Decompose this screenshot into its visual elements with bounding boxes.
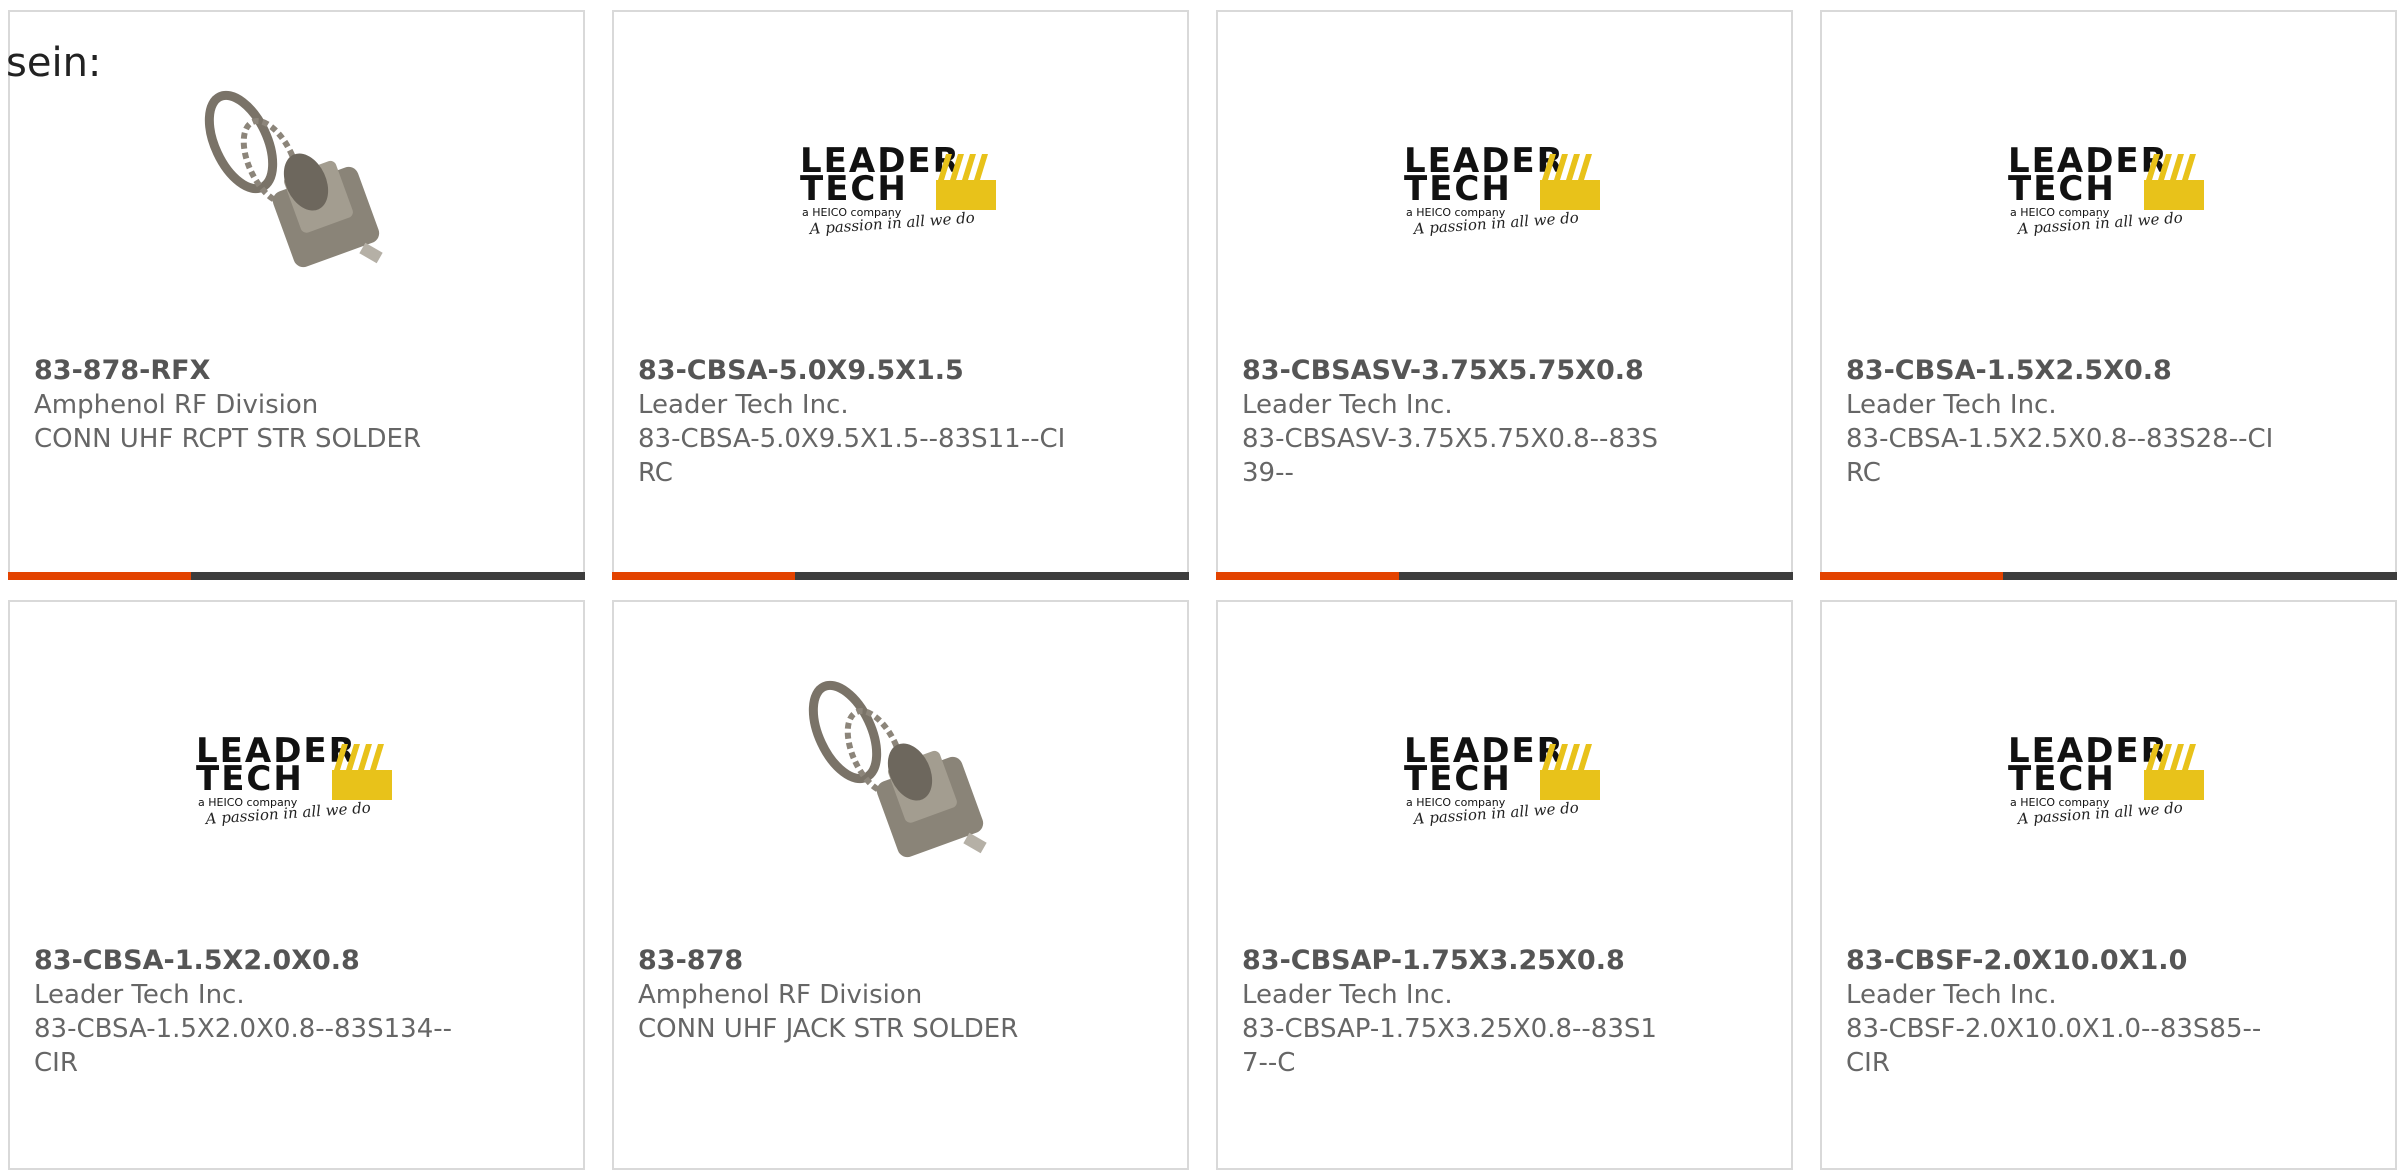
leader-tech-logo-icon: LEADER TECH a HEICO company A passion in…	[2008, 141, 2204, 238]
description: 83-CBSF-2.0X10.0X1.0--83S85--CIR	[1846, 1014, 2262, 1078]
card-accent-bar	[1820, 572, 2397, 580]
product-card[interactable]: LEADER TECH a HEICO company A passion in…	[8, 600, 585, 1170]
svg-text:TECH: TECH	[800, 169, 908, 209]
description: 83-CBSA-1.5X2.0X0.8--83S134--CIR	[34, 1014, 452, 1078]
card-accent-bar	[1216, 572, 1793, 580]
product-image[interactable]	[186, 82, 406, 292]
part-number[interactable]: 83-CBSASV-3.75X5.75X0.8	[1242, 354, 1767, 388]
product-image[interactable]: LEADER TECH a HEICO company A passion in…	[186, 672, 406, 882]
part-number[interactable]: 83-878-RFX	[34, 354, 559, 388]
product-image[interactable]: LEADER TECH a HEICO company A passion in…	[1394, 672, 1614, 882]
intro-text: sein:	[6, 40, 102, 86]
product-image[interactable]: LEADER TECH a HEICO company A passion in…	[1998, 672, 2218, 882]
card-accent-bar	[612, 572, 1189, 580]
product-image[interactable]	[790, 672, 1010, 882]
leader-tech-logo-icon: LEADER TECH a HEICO company A passion in…	[1404, 731, 1600, 828]
manufacturer: Leader Tech Inc.	[1242, 390, 1453, 420]
manufacturer: Leader Tech Inc.	[638, 390, 849, 420]
product-card[interactable]: 83-878 Amphenol RF Division CONN UHF JAC…	[612, 600, 1189, 1170]
product-card[interactable]: LEADER TECH a HEICO company A passion in…	[1216, 600, 1793, 1170]
svg-text:TECH: TECH	[2008, 759, 2116, 799]
part-number[interactable]: 83-CBSAP-1.75X3.25X0.8	[1242, 944, 1767, 978]
description: 83-CBSA-1.5X2.5X0.8--83S28--CIRC	[1846, 424, 2274, 488]
product-card[interactable]: LEADER TECH a HEICO company A passion in…	[1820, 600, 2397, 1170]
product-image[interactable]: LEADER TECH a HEICO company A passion in…	[1998, 82, 2218, 292]
product-grid: 83-878-RFX Amphenol RF Division CONN UHF…	[0, 0, 2400, 1170]
connector-photo-icon	[204, 90, 383, 268]
svg-text:TECH: TECH	[196, 759, 304, 799]
description: CONN UHF RCPT STR SOLDER	[34, 424, 422, 454]
svg-text:TECH: TECH	[2008, 169, 2116, 209]
leader-tech-logo-icon: LEADER TECH a HEICO company A passion in…	[1404, 141, 1600, 238]
manufacturer: Amphenol RF Division	[34, 390, 319, 420]
manufacturer: Leader Tech Inc.	[1846, 390, 2057, 420]
manufacturer: Amphenol RF Division	[638, 980, 923, 1010]
manufacturer: Leader Tech Inc.	[1242, 980, 1453, 1010]
product-image[interactable]: LEADER TECH a HEICO company A passion in…	[1394, 82, 1614, 292]
product-card[interactable]: LEADER TECH a HEICO company A passion in…	[612, 10, 1189, 580]
leader-tech-logo-icon: LEADER TECH a HEICO company A passion in…	[2008, 731, 2204, 828]
product-card[interactable]: 83-878-RFX Amphenol RF Division CONN UHF…	[8, 10, 585, 580]
description: 83-CBSAP-1.75X3.25X0.8--83S17--C	[1242, 1014, 1657, 1078]
part-number[interactable]: 83-CBSA-1.5X2.5X0.8	[1846, 354, 2371, 388]
part-number[interactable]: 83-878	[638, 944, 1163, 978]
description: CONN UHF JACK STR SOLDER	[638, 1014, 1019, 1044]
connector-photo-icon	[808, 680, 987, 858]
product-image[interactable]: LEADER TECH a HEICO company A passion in…	[790, 82, 1010, 292]
product-card[interactable]: LEADER TECH a HEICO company A passion in…	[1216, 10, 1793, 580]
description: 83-CBSA-5.0X9.5X1.5--83S11--CIRC	[638, 424, 1066, 488]
description: 83-CBSASV-3.75X5.75X0.8--83S39--	[1242, 424, 1659, 488]
leader-tech-logo-icon: LEADER TECH a HEICO company A passion in…	[196, 731, 392, 828]
part-number[interactable]: 83-CBSF-2.0X10.0X1.0	[1846, 944, 2371, 978]
part-number[interactable]: 83-CBSA-5.0X9.5X1.5	[638, 354, 1163, 388]
product-card[interactable]: LEADER TECH a HEICO company A passion in…	[1820, 10, 2397, 580]
manufacturer: Leader Tech Inc.	[1846, 980, 2057, 1010]
card-accent-bar	[8, 572, 585, 580]
svg-text:TECH: TECH	[1404, 169, 1512, 209]
part-number[interactable]: 83-CBSA-1.5X2.0X0.8	[34, 944, 559, 978]
svg-text:TECH: TECH	[1404, 759, 1512, 799]
leader-tech-logo-icon: LEADER TECH a HEICO company A passion in…	[800, 141, 996, 238]
manufacturer: Leader Tech Inc.	[34, 980, 245, 1010]
